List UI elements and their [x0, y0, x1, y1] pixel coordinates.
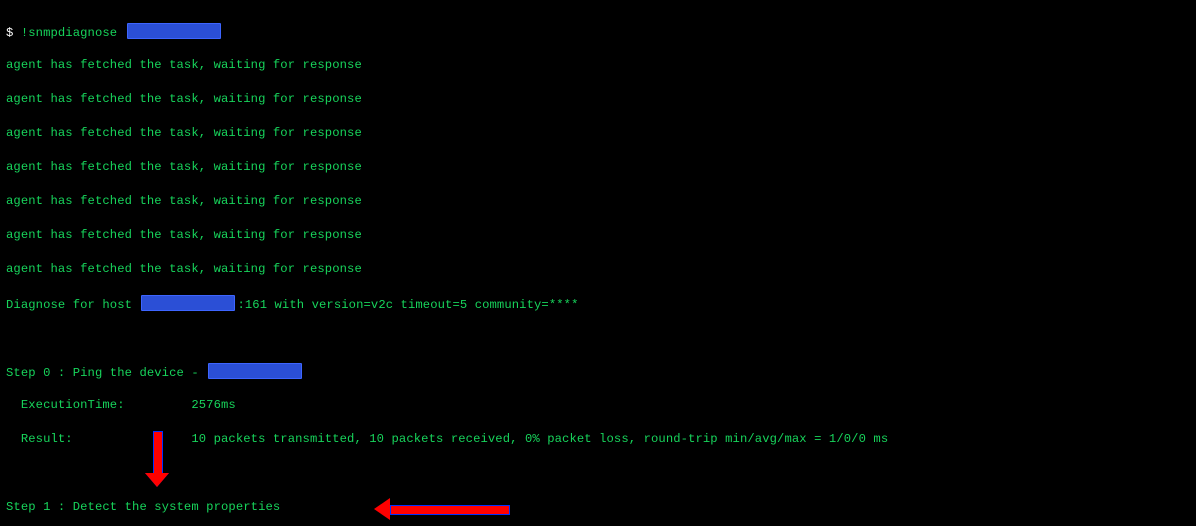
redacted-host: [141, 295, 235, 311]
status-line: agent has fetched the task, waiting for …: [6, 125, 1190, 142]
result-line: Result: 10 packets transmitted, 10 packe…: [6, 431, 1190, 448]
status-line: agent has fetched the task, waiting for …: [6, 193, 1190, 210]
command-line: $ !snmpdiagnose: [6, 23, 1190, 40]
prompt-symbol: $: [6, 26, 21, 40]
diag-post: :161 with version=v2c timeout=5 communit…: [237, 298, 578, 312]
diag-pre: Diagnose for host: [6, 298, 139, 312]
status-line: agent has fetched the task, waiting for …: [6, 91, 1190, 108]
status-line: agent has fetched the task, waiting for …: [6, 57, 1190, 74]
diagnose-line: Diagnose for host :161 with version=v2c …: [6, 295, 1190, 312]
label: ExecutionTime:: [6, 398, 191, 412]
annotation-arrow-down-icon: [147, 431, 167, 489]
redacted-host: [127, 23, 221, 39]
step1-title: Step 1 : Detect the system properties: [6, 499, 1190, 516]
step0-title: Step 0 : Ping the device -: [6, 363, 1190, 380]
value: 2576ms: [191, 398, 235, 412]
annotation-arrow-left-icon: [374, 500, 514, 518]
exec-time-line: ExecutionTime: 2576ms: [6, 397, 1190, 414]
redacted-host: [208, 363, 302, 379]
terminal-output: $ !snmpdiagnose agent has fetched the ta…: [0, 0, 1196, 526]
value: 10 packets transmitted, 10 packets recei…: [191, 432, 888, 446]
step0-text: Step 0 : Ping the device -: [6, 366, 206, 380]
status-line: agent has fetched the task, waiting for …: [6, 261, 1190, 278]
status-line: agent has fetched the task, waiting for …: [6, 227, 1190, 244]
command-text: !snmpdiagnose: [21, 26, 125, 40]
status-line: agent has fetched the task, waiting for …: [6, 159, 1190, 176]
